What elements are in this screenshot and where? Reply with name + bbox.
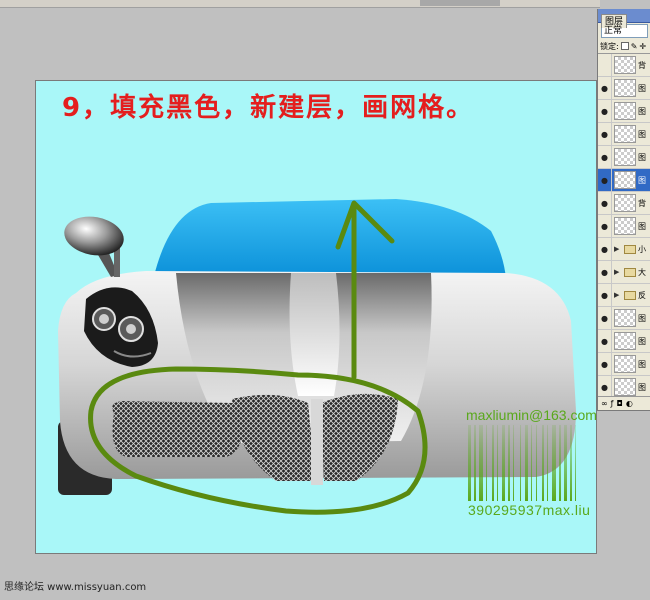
layer-row[interactable]: ● 图	[598, 306, 650, 330]
layer-name: 图	[638, 152, 646, 162]
lock-label: 锁定:	[600, 41, 619, 51]
layer-list: ●背●图●图●图●图●图●背●图●▶小●▶大●▶反●图●图●图●图	[598, 53, 650, 399]
visibility-eye-icon[interactable]: ●	[598, 214, 612, 238]
folder-icon	[624, 267, 636, 277]
layer-group-row[interactable]: ● ▶ 反	[598, 283, 650, 307]
car-roof	[154, 199, 506, 279]
layer-name: 图	[638, 129, 646, 139]
layer-group-row[interactable]: ● ▶ 大	[598, 260, 650, 284]
expand-arrow-icon[interactable]: ▶	[614, 268, 622, 276]
visibility-eye-icon[interactable]: ●	[598, 191, 612, 215]
layer-row[interactable]: ● 图	[598, 352, 650, 376]
site-credit: 思缘论坛 www.missyuan.com	[4, 582, 147, 593]
layer-name: 图	[638, 106, 646, 116]
visibility-eye-icon[interactable]: ●	[598, 99, 612, 123]
layer-row[interactable]: ●背	[598, 53, 650, 77]
layer-thumbnail	[614, 171, 636, 189]
layer-thumbnail	[614, 332, 636, 350]
visibility-eye-icon[interactable]: ●	[598, 145, 612, 169]
layer-name: 大	[638, 267, 646, 277]
layer-thumbnail	[614, 378, 636, 396]
visibility-eye-icon[interactable]: ●	[598, 306, 612, 330]
layer-thumbnail	[614, 56, 636, 74]
layer-name: 反	[638, 290, 646, 300]
expand-arrow-icon[interactable]: ▶	[614, 245, 622, 253]
layer-style-icon[interactable]: ƒ	[611, 399, 614, 408]
layer-name: 图	[638, 313, 646, 323]
link-layers-icon[interactable]: ∞	[601, 399, 608, 408]
watermark-email: maxliumin@163.com	[466, 407, 597, 423]
layer-thumbnail	[614, 125, 636, 143]
layer-name: 图	[638, 221, 646, 231]
layer-name: 小	[638, 244, 646, 254]
layer-row[interactable]: ● 图	[598, 214, 650, 238]
layer-thumbnail	[614, 355, 636, 373]
layer-name: 图	[638, 359, 646, 369]
layer-thumbnail	[614, 217, 636, 235]
layer-name: 图	[638, 382, 646, 392]
layer-thumbnail	[614, 79, 636, 97]
lock-transparency-checkbox[interactable]	[620, 42, 629, 50]
lock-row: 锁定: ✎ ✛	[598, 39, 650, 53]
adjustment-icon[interactable]: ◐	[626, 399, 633, 408]
document-scroll-indicator[interactable]	[420, 0, 500, 6]
layers-panel-header: 图层	[598, 9, 650, 28]
mask-icon[interactable]: ◘	[617, 399, 623, 408]
layer-name: 背	[638, 198, 646, 208]
layer-row[interactable]: ● 图	[598, 76, 650, 100]
visibility-eye-icon[interactable]: ●	[598, 283, 612, 307]
layer-row[interactable]: ● 图	[598, 122, 650, 146]
folder-icon	[624, 244, 636, 254]
visibility-eye-icon[interactable]: ●	[598, 122, 612, 146]
layer-thumbnail	[614, 102, 636, 120]
layer-row[interactable]: ● 图	[598, 329, 650, 353]
layer-thumbnail	[614, 194, 636, 212]
lock-brush-icon[interactable]: ✎	[631, 42, 638, 51]
layer-row[interactable]: ● 图	[598, 168, 650, 192]
visibility-eye-icon[interactable]: ●	[598, 352, 612, 376]
barcode-number: 390295937max.liu	[468, 502, 591, 518]
layer-row[interactable]: ● 图	[598, 145, 650, 169]
expand-arrow-icon[interactable]: ▶	[614, 291, 622, 299]
layer-row[interactable]: ● 图	[598, 99, 650, 123]
layer-group-row[interactable]: ● ▶ 小	[598, 237, 650, 261]
workspace-top-strip	[0, 0, 600, 8]
visibility-eye-icon[interactable]: ●	[598, 168, 612, 192]
layer-thumbnail	[614, 148, 636, 166]
visibility-eye-icon[interactable]: ●	[598, 329, 612, 353]
visibility-eye-icon[interactable]: ●	[598, 76, 612, 100]
document-canvas[interactable]: 9，填充黑色，新建层，画网格。 maxliumin@163.com 390295…	[35, 80, 597, 554]
layers-panel: 图层 正常 锁定: ✎ ✛ ●背●图●图●图●图●图●背●图●▶小●▶大●▶反●…	[597, 9, 650, 411]
layer-name: 图	[638, 83, 646, 93]
step-headline: 9，填充黑色，新建层，画网格。	[62, 93, 475, 123]
left-grille	[112, 401, 248, 457]
folder-icon	[624, 290, 636, 300]
layers-panel-footer: ∞ ƒ ◘ ◐	[598, 396, 650, 410]
visibility-eye-icon[interactable]: ●	[598, 260, 612, 284]
lock-move-icon[interactable]: ✛	[639, 42, 646, 51]
layer-name: 背	[638, 60, 646, 70]
layer-name: 图	[638, 175, 646, 185]
visibility-eye-icon[interactable]: ●	[598, 237, 612, 261]
barcode-graphic	[468, 425, 576, 501]
layer-name: 图	[638, 336, 646, 346]
layer-row[interactable]: ●背	[598, 191, 650, 215]
layer-thumbnail	[614, 309, 636, 327]
visibility-eye-icon[interactable]: ●	[598, 53, 612, 77]
